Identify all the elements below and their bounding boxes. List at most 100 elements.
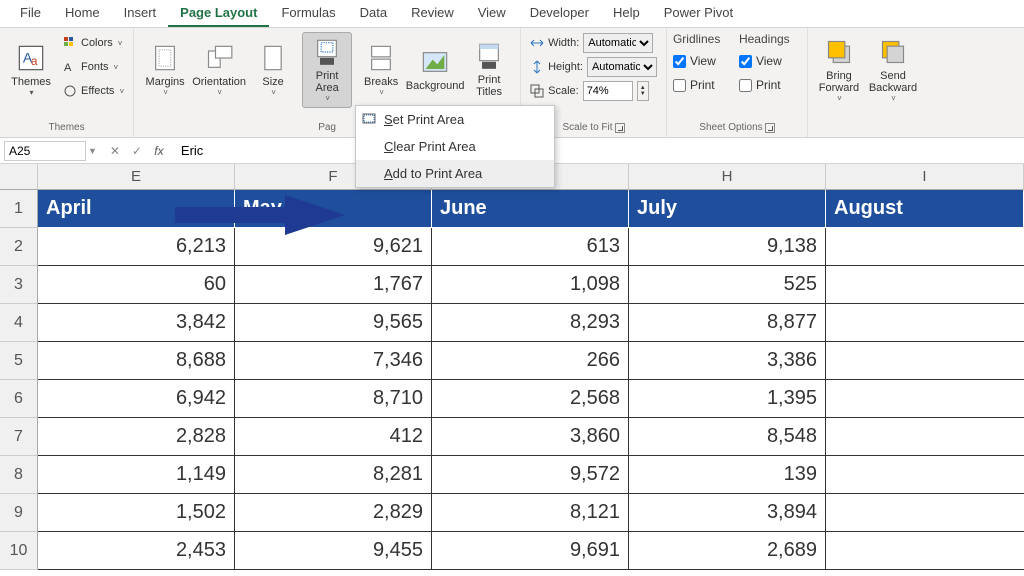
scale-input[interactable] <box>583 81 633 101</box>
select-all-corner[interactable] <box>0 164 38 190</box>
width-select[interactable]: Automatic <box>583 33 653 53</box>
data-cell[interactable]: 1,502 <box>38 494 235 532</box>
data-cell[interactable] <box>826 380 1024 418</box>
data-cell[interactable]: 8,877 <box>629 304 826 342</box>
row-header[interactable]: 8 <box>0 456 38 494</box>
tab-data[interactable]: Data <box>348 0 399 27</box>
gridlines-view-checkbox[interactable]: View <box>673 50 735 72</box>
formula-input[interactable] <box>175 141 1024 161</box>
data-cell[interactable]: 2,689 <box>629 532 826 570</box>
data-cell[interactable] <box>826 342 1024 380</box>
tab-page-layout[interactable]: Page Layout <box>168 0 269 27</box>
data-cell[interactable] <box>826 418 1024 456</box>
data-cell[interactable]: 8,688 <box>38 342 235 380</box>
tab-view[interactable]: View <box>466 0 518 27</box>
breaks-button[interactable]: Breaks˅ <box>356 32 406 108</box>
data-cell[interactable]: 9,138 <box>629 228 826 266</box>
send-backward-button[interactable]: Send Backward˅ <box>868 32 918 108</box>
data-cell[interactable]: 9,455 <box>235 532 432 570</box>
bring-forward-button[interactable]: Bring Forward˅ <box>814 32 864 108</box>
tab-file[interactable]: File <box>8 0 53 27</box>
row-header[interactable]: 9 <box>0 494 38 532</box>
row-header[interactable]: 4 <box>0 304 38 342</box>
data-cell[interactable]: 60 <box>38 266 235 304</box>
row-header[interactable]: 2 <box>0 228 38 266</box>
data-cell[interactable]: 2,453 <box>38 532 235 570</box>
data-cell[interactable]: 8,710 <box>235 380 432 418</box>
size-button[interactable]: Size˅ <box>248 32 298 108</box>
data-cell[interactable]: 1,098 <box>432 266 629 304</box>
row-header[interactable]: 7 <box>0 418 38 456</box>
fx-icon[interactable]: fx <box>149 144 169 158</box>
scale-launcher[interactable] <box>615 123 625 133</box>
data-cell[interactable]: 3,894 <box>629 494 826 532</box>
enter-icon[interactable]: ✓ <box>127 144 147 158</box>
fonts-button[interactable]: AFonts˅ <box>60 56 127 78</box>
print-area-button[interactable]: Print Area˅ <box>302 32 352 108</box>
data-cell[interactable]: 3,860 <box>432 418 629 456</box>
data-cell[interactable] <box>826 456 1024 494</box>
set-print-area-item[interactable]: Set Print Area <box>356 106 554 133</box>
header-cell[interactable]: July <box>629 190 826 228</box>
data-cell[interactable]: 2,829 <box>235 494 432 532</box>
tab-formulas[interactable]: Formulas <box>269 0 347 27</box>
data-cell[interactable]: 9,691 <box>432 532 629 570</box>
data-cell[interactable]: 8,293 <box>432 304 629 342</box>
tab-home[interactable]: Home <box>53 0 112 27</box>
row-header[interactable]: 1 <box>0 190 38 228</box>
tab-insert[interactable]: Insert <box>112 0 169 27</box>
tab-developer[interactable]: Developer <box>518 0 601 27</box>
data-cell[interactable]: 525 <box>629 266 826 304</box>
col-header-e[interactable]: E <box>38 164 235 190</box>
data-cell[interactable]: 8,281 <box>235 456 432 494</box>
data-cell[interactable]: 2,828 <box>38 418 235 456</box>
header-cell[interactable]: June <box>432 190 629 228</box>
data-cell[interactable] <box>826 494 1024 532</box>
margins-button[interactable]: Margins˅ <box>140 32 190 108</box>
data-cell[interactable]: 6,942 <box>38 380 235 418</box>
header-cell[interactable]: August <box>826 190 1024 228</box>
data-cell[interactable]: 139 <box>629 456 826 494</box>
height-select[interactable]: Automatic <box>587 57 657 77</box>
tab-help[interactable]: Help <box>601 0 652 27</box>
row-header[interactable]: 3 <box>0 266 38 304</box>
data-cell[interactable]: 412 <box>235 418 432 456</box>
sheet-options-launcher[interactable] <box>765 123 775 133</box>
namebox-dropdown[interactable]: ▼ <box>86 146 99 156</box>
data-cell[interactable]: 266 <box>432 342 629 380</box>
print-titles-button[interactable]: Print Titles <box>464 32 514 108</box>
background-button[interactable]: Background <box>410 32 460 108</box>
data-cell[interactable]: 9,572 <box>432 456 629 494</box>
cancel-icon[interactable]: ✕ <box>105 144 125 158</box>
data-cell[interactable]: 613 <box>432 228 629 266</box>
data-cell[interactable]: 1,395 <box>629 380 826 418</box>
headings-view-checkbox[interactable]: View <box>739 50 801 72</box>
orientation-button[interactable]: Orientation˅ <box>194 32 244 108</box>
colors-button[interactable]: Colors˅ <box>60 32 127 54</box>
row-header[interactable]: 5 <box>0 342 38 380</box>
data-cell[interactable]: 2,568 <box>432 380 629 418</box>
themes-button[interactable]: Aa Themes▾ <box>6 32 56 108</box>
scale-spinner[interactable]: ▲▼ <box>637 81 649 101</box>
data-cell[interactable] <box>826 304 1024 342</box>
data-cell[interactable]: 9,565 <box>235 304 432 342</box>
data-cell[interactable]: 8,121 <box>432 494 629 532</box>
data-cell[interactable]: 3,386 <box>629 342 826 380</box>
name-box[interactable] <box>4 141 86 161</box>
col-header-i[interactable]: I <box>826 164 1024 190</box>
add-to-print-area-item[interactable]: Add to Print Area <box>356 160 554 187</box>
row-header[interactable]: 6 <box>0 380 38 418</box>
tab-power-pivot[interactable]: Power Pivot <box>652 0 745 27</box>
tab-review[interactable]: Review <box>399 0 466 27</box>
headings-print-checkbox[interactable]: Print <box>739 74 801 96</box>
data-cell[interactable] <box>826 532 1024 570</box>
col-header-h[interactable]: H <box>629 164 826 190</box>
data-cell[interactable]: 1,149 <box>38 456 235 494</box>
clear-print-area-item[interactable]: Clear Print Area <box>356 133 554 160</box>
effects-button[interactable]: Effects˅ <box>60 80 127 102</box>
data-cell[interactable]: 7,346 <box>235 342 432 380</box>
data-cell[interactable] <box>826 228 1024 266</box>
row-header[interactable]: 10 <box>0 532 38 570</box>
gridlines-print-checkbox[interactable]: Print <box>673 74 735 96</box>
data-cell[interactable]: 8,548 <box>629 418 826 456</box>
